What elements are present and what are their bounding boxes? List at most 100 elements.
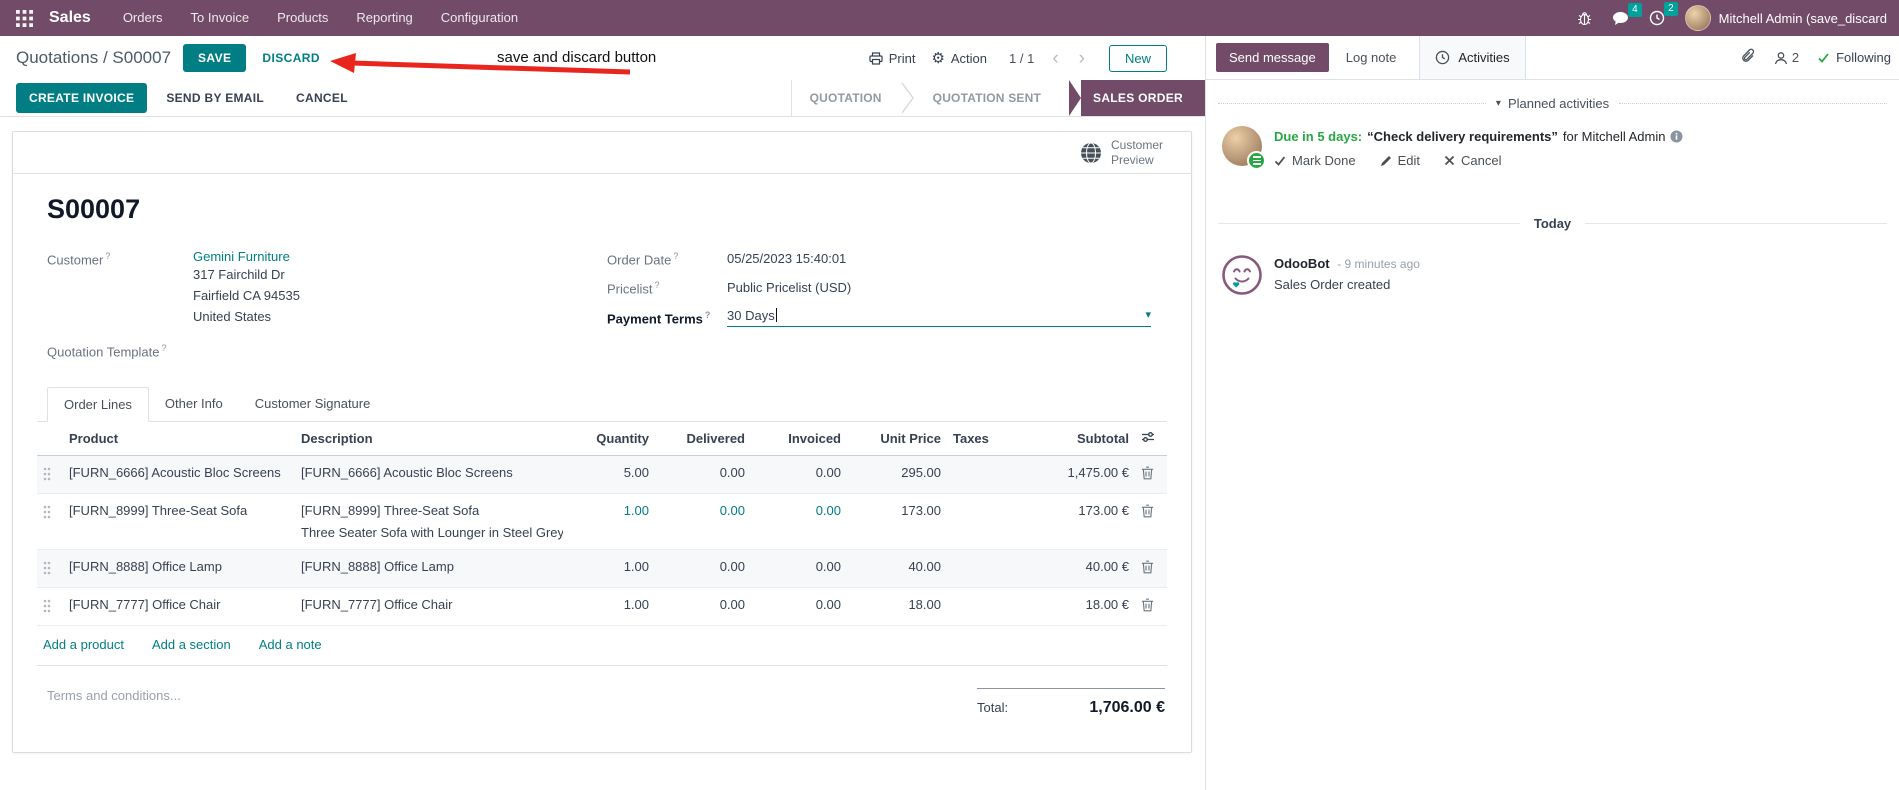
invoiced-cell[interactable]: 0.00 — [751, 494, 847, 550]
dropdown-caret-icon[interactable]: ▾ — [1145, 309, 1151, 321]
product-cell[interactable]: [FURN_6666] Acoustic Bloc Screens — [63, 456, 295, 494]
description-cell[interactable]: [FURN_8999] Three-Seat Sofa Three Seater … — [295, 494, 563, 550]
menu-to-invoice[interactable]: To Invoice — [177, 0, 264, 36]
subtotal-column-header[interactable]: Subtotal — [1019, 422, 1135, 457]
delivered-cell[interactable]: 0.00 — [655, 550, 751, 588]
unit-price-cell[interactable]: 173.00 — [847, 494, 947, 550]
invoiced-cell[interactable]: 0.00 — [751, 588, 847, 626]
send-message-button[interactable]: Send message — [1216, 43, 1329, 72]
cancel-activity-button[interactable]: Cancel — [1444, 153, 1501, 168]
product-cell[interactable]: [FURN_7777] Office Chair — [63, 588, 295, 626]
app-name[interactable]: Sales — [49, 9, 91, 27]
delete-line-button[interactable] — [1135, 456, 1167, 494]
attachments-button[interactable] — [1741, 48, 1756, 67]
product-column-header[interactable]: Product — [63, 422, 295, 457]
info-icon[interactable] — [1670, 130, 1683, 143]
tab-order-lines[interactable]: Order Lines — [47, 387, 149, 423]
taxes-cell[interactable] — [947, 456, 1019, 494]
order-date-field[interactable]: 05/25/2023 15:40:01 — [727, 249, 846, 266]
pager-previous[interactable]: ‹ — [1050, 49, 1060, 68]
delivered-column-header[interactable]: Delivered — [655, 422, 751, 457]
delivered-cell[interactable]: 0.00 — [655, 494, 751, 550]
menu-configuration[interactable]: Configuration — [427, 0, 532, 36]
quantity-column-header[interactable]: Quantity — [563, 422, 655, 457]
menu-products[interactable]: Products — [263, 0, 342, 36]
edit-activity-button[interactable]: Edit — [1380, 153, 1420, 168]
customer-link[interactable]: Gemini Furniture — [193, 249, 300, 264]
product-cell[interactable]: [FURN_8888] Office Lamp — [63, 550, 295, 588]
menu-orders[interactable]: Orders — [109, 0, 177, 36]
unit-price-cell[interactable]: 295.00 — [847, 456, 947, 494]
description-cell[interactable]: [FURN_8888] Office Lamp — [295, 550, 563, 588]
following-button[interactable]: Following — [1817, 50, 1891, 65]
cancel-button[interactable]: CANCEL — [283, 83, 361, 113]
invoiced-column-header[interactable]: Invoiced — [751, 422, 847, 457]
main-area: Quotations / S00007 SAVE DISCARD save an… — [0, 36, 1205, 790]
state-quotation[interactable]: QUOTATION — [792, 91, 900, 105]
planned-activities-toggle[interactable]: ▾ Planned activities — [1486, 96, 1619, 111]
unit-price-cell[interactable]: 18.00 — [847, 588, 947, 626]
payment-terms-field[interactable]: 30 Days ▾ — [727, 308, 1151, 327]
customer-value: Gemini Furniture 317 Fairchild Dr Fairfi… — [193, 249, 300, 327]
action-button[interactable]: ⚙ Action — [931, 51, 987, 66]
invoiced-cell[interactable]: 0.00 — [751, 456, 847, 494]
taxes-cell[interactable] — [947, 550, 1019, 588]
send-by-email-button[interactable]: SEND BY EMAIL — [153, 83, 277, 113]
create-invoice-button[interactable]: CREATE INVOICE — [16, 83, 148, 113]
message-author[interactable]: OdooBot — [1274, 256, 1330, 271]
user-menu[interactable]: Mitchell Admin (save_discard — [1684, 5, 1887, 31]
activities-button[interactable]: Activities — [1419, 36, 1526, 79]
menu-reporting[interactable]: Reporting — [342, 0, 426, 36]
state-sales-order[interactable]: SALES ORDER — [1069, 80, 1205, 116]
debug-bug-icon[interactable] — [1577, 10, 1592, 26]
add-a-product-link[interactable]: Add a product — [43, 637, 124, 652]
mark-done-button[interactable]: Mark Done — [1274, 153, 1356, 168]
activities-clock-icon[interactable]: 2 — [1649, 2, 1678, 26]
discard-button[interactable]: DISCARD — [254, 44, 327, 72]
optional-columns-icon[interactable] — [1135, 422, 1167, 457]
drag-handle[interactable] — [37, 588, 63, 626]
drag-handle[interactable] — [37, 456, 63, 494]
messages-badge: 4 — [1628, 2, 1642, 17]
chevron-right-icon — [900, 81, 915, 115]
quantity-cell[interactable]: 5.00 — [563, 456, 655, 494]
order-line-row: [FURN_6666] Acoustic Bloc Screens [FURN_6… — [37, 455, 1167, 494]
quantity-cell[interactable]: 1.00 — [563, 494, 655, 550]
customer-preview-button[interactable]: Customer Preview — [1080, 138, 1169, 168]
taxes-column-header[interactable]: Taxes — [947, 422, 1019, 457]
tab-other-info[interactable]: Other Info — [149, 387, 239, 421]
description-cell[interactable]: [FURN_6666] Acoustic Bloc Screens — [295, 456, 563, 494]
product-cell[interactable]: [FURN_8999] Three-Seat Sofa — [63, 494, 295, 550]
pager-next[interactable]: › — [1077, 49, 1087, 68]
tab-customer-signature[interactable]: Customer Signature — [239, 387, 387, 421]
delivered-cell[interactable]: 0.00 — [655, 456, 751, 494]
log-note-button[interactable]: Log note — [1329, 36, 1414, 79]
delete-line-button[interactable] — [1135, 550, 1167, 588]
messages-icon[interactable]: 4 — [1612, 2, 1642, 26]
quantity-cell[interactable]: 1.00 — [563, 588, 655, 626]
followers-button[interactable]: 2 — [1774, 50, 1799, 65]
drag-handle[interactable] — [37, 494, 63, 550]
taxes-cell[interactable] — [947, 494, 1019, 550]
delete-line-button[interactable] — [1135, 494, 1167, 550]
add-a-note-link[interactable]: Add a note — [259, 637, 322, 652]
description-column-header[interactable]: Description — [295, 422, 563, 457]
delete-line-button[interactable] — [1135, 588, 1167, 626]
terms-and-conditions-field[interactable]: Terms and conditions... — [47, 688, 181, 717]
quantity-cell[interactable]: 1.00 — [563, 550, 655, 588]
add-a-section-link[interactable]: Add a section — [152, 637, 231, 652]
drag-handle[interactable] — [37, 550, 63, 588]
invoiced-cell[interactable]: 0.00 — [751, 550, 847, 588]
unit-price-column-header[interactable]: Unit Price — [847, 422, 947, 457]
print-button[interactable]: Print — [869, 51, 915, 66]
new-button[interactable]: New — [1108, 44, 1167, 72]
taxes-cell[interactable] — [947, 588, 1019, 626]
delivered-cell[interactable]: 0.00 — [655, 588, 751, 626]
apps-grid-icon[interactable] — [12, 6, 37, 31]
state-quotation-sent[interactable]: QUOTATION SENT — [915, 91, 1059, 105]
description-cell[interactable]: [FURN_7777] Office Chair — [295, 588, 563, 626]
unit-price-cell[interactable]: 40.00 — [847, 550, 947, 588]
save-button[interactable]: SAVE — [183, 44, 247, 72]
pricelist-field[interactable]: Public Pricelist (USD) — [727, 278, 851, 295]
breadcrumb-quotations[interactable]: Quotations — [16, 48, 98, 67]
